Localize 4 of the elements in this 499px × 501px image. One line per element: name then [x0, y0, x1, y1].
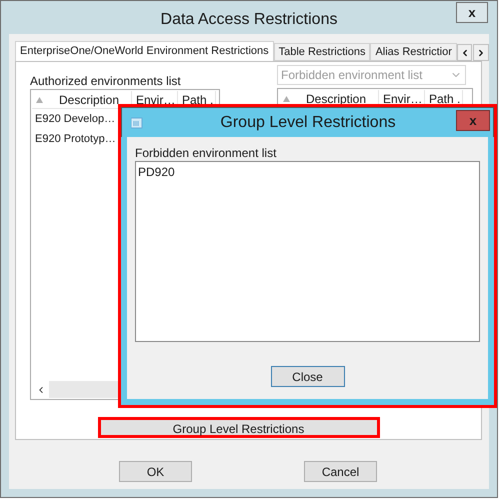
window-title: Data Access Restrictions	[160, 10, 338, 30]
dialog-title: Group Level Restrictions	[220, 112, 396, 132]
list-label: Forbidden environment list	[135, 146, 278, 161]
list-label: Authorized environments list	[30, 74, 182, 89]
